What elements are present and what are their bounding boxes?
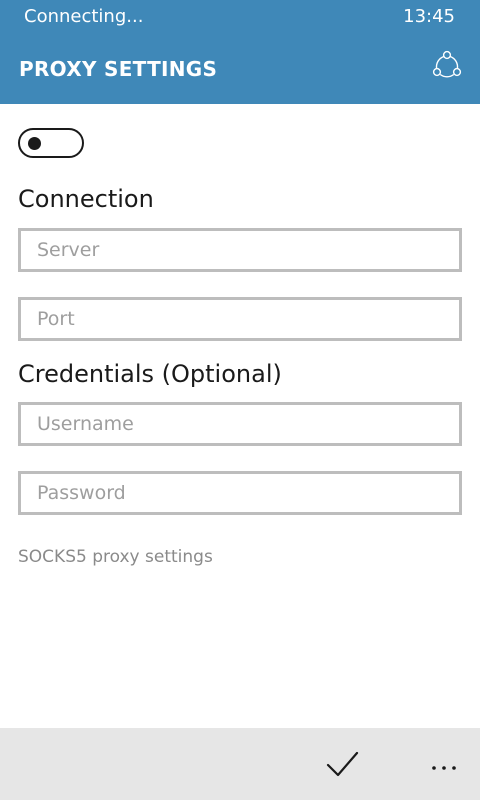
header-bar: Connecting... 13:45 PROXY SETTINGS — [0, 0, 480, 104]
share-icon[interactable] — [432, 50, 462, 80]
proxy-toggle[interactable] — [18, 128, 84, 158]
app-bar — [0, 728, 480, 800]
port-input[interactable] — [18, 297, 462, 341]
status-time: 13:45 — [403, 6, 455, 27]
check-icon[interactable] — [322, 744, 362, 784]
credentials-section-title: Credentials (Optional) — [18, 360, 282, 388]
toggle-knob — [28, 137, 41, 150]
page-title: PROXY SETTINGS — [19, 57, 218, 81]
server-input[interactable] — [18, 228, 462, 272]
status-connection-text: Connecting... — [24, 6, 144, 27]
proxy-settings-screen: Connecting... 13:45 PROXY SETTINGS Conne… — [0, 0, 480, 800]
username-input[interactable] — [18, 402, 462, 446]
more-dots-icon[interactable] — [430, 748, 458, 776]
proxy-note: SOCKS5 proxy settings — [18, 547, 213, 567]
password-input[interactable] — [18, 471, 462, 515]
connection-section-title: Connection — [18, 185, 154, 213]
